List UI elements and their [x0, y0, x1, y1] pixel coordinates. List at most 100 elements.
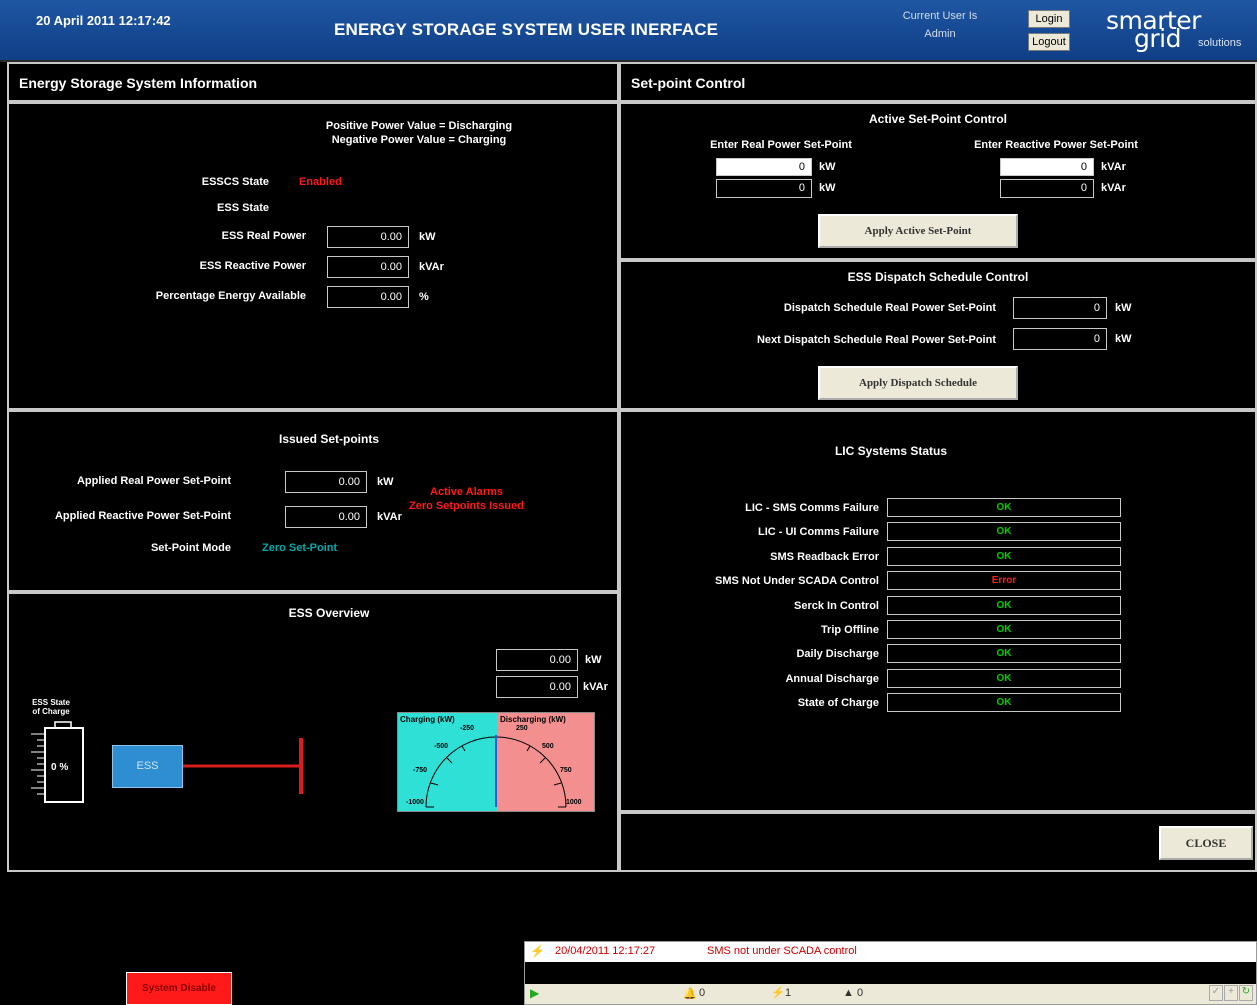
- reactive-setpoint-current-unit: kVAr: [1101, 182, 1126, 194]
- close-area: CLOSE: [619, 812, 1257, 872]
- dispatch-label: Dispatch Schedule Real Power Set-Point: [783, 302, 996, 314]
- overview-kw-unit: kW: [585, 654, 602, 666]
- lic-status-value: OK: [887, 595, 1121, 615]
- current-user-label: Current User Is: [902, 10, 978, 22]
- setpoint-mode-value: Zero Set-Point: [262, 542, 338, 554]
- gauge-dial: [425, 735, 567, 808]
- reactive-power-unit: kVAr: [419, 261, 444, 273]
- reactive-setpoint-input[interactable]: 0: [1000, 158, 1094, 176]
- gauge-tick: -250: [460, 725, 475, 732]
- ess-state-label: ESS State: [217, 202, 269, 214]
- info-count: 0: [857, 987, 864, 999]
- lic-status-value: OK: [887, 498, 1121, 517]
- alarm-list-area: [525, 962, 1256, 984]
- real-power-label: ESS Real Power: [221, 230, 306, 242]
- soc-label: of Charge: [32, 707, 70, 716]
- reactive-setpoint-unit: kVAr: [1101, 161, 1126, 173]
- active-setpoint-title: Active Set-Point Control: [868, 112, 1007, 126]
- info-panel: Positive Power Value = Discharging Negat…: [7, 102, 619, 410]
- next-dispatch-unit: kW: [1115, 333, 1132, 345]
- apply-active-setpoint-button[interactable]: Apply Active Set-Point: [818, 214, 1018, 248]
- alarm-icon: ⚡: [530, 944, 545, 958]
- dispatch-value: 0: [1013, 297, 1107, 319]
- info-title-bar: Energy Storage System Information: [7, 62, 619, 102]
- lic-status-label: Annual Discharge: [785, 672, 879, 685]
- system-disable-button[interactable]: System Disable: [126, 972, 232, 1005]
- active-setpoint-panel: Active Set-Point Control Enter Real Powe…: [619, 102, 1257, 260]
- gauge-tick: -750: [413, 767, 428, 774]
- applied-real-value: 0.00: [285, 471, 367, 493]
- overview-kw-value: 0.00: [496, 649, 578, 671]
- acknowledge-icon[interactable]: ✓: [1209, 985, 1223, 1001]
- gauge-tick: -500: [434, 743, 449, 750]
- bell-count: 0: [699, 987, 706, 999]
- ess-unit-box: ESS: [112, 745, 183, 788]
- logo-text: grid: [1134, 24, 1181, 53]
- login-button[interactable]: Login: [1028, 10, 1070, 28]
- next-dispatch-value: 0: [1013, 328, 1107, 350]
- setpoint-title-bar: Set-point Control: [619, 62, 1257, 102]
- logo-text: solutions: [1198, 37, 1242, 49]
- reactive-setpoint-current: 0: [1000, 179, 1094, 198]
- lic-status-value: OK: [887, 522, 1121, 542]
- setpoint-mode-label: Set-Point Mode: [150, 542, 231, 554]
- logout-button[interactable]: Logout: [1028, 33, 1070, 51]
- apply-dispatch-schedule-button[interactable]: Apply Dispatch Schedule: [818, 366, 1018, 400]
- setpoint-panel-title: Set-point Control: [631, 75, 746, 91]
- bell-icon: 🔔: [683, 988, 697, 1000]
- real-setpoint-input[interactable]: 0: [716, 158, 812, 176]
- close-button[interactable]: CLOSE: [1159, 826, 1253, 860]
- energy-available-label: Percentage Energy Available: [155, 290, 306, 302]
- applied-reactive-value: 0.00: [285, 506, 367, 528]
- grid-connection-line: [183, 738, 303, 794]
- soc-label: ESS State: [32, 698, 70, 707]
- real-setpoint-current-unit: kW: [819, 182, 836, 194]
- esscs-state-label: ESSCS State: [201, 176, 269, 188]
- lic-status-value: OK: [887, 546, 1121, 566]
- gauge-tick: 1000: [566, 799, 582, 806]
- real-setpoint-current: 0: [716, 179, 812, 198]
- lic-status-value: Error: [887, 571, 1121, 591]
- real-power-value: 0.00: [327, 226, 409, 248]
- lic-status-title: LIC Systems Status: [834, 444, 948, 458]
- reactive-power-label: ESS Reactive Power: [199, 260, 306, 272]
- alarm-message: SMS not under SCADA control: [707, 945, 857, 957]
- lic-status-value: OK: [887, 693, 1121, 713]
- energy-available-unit: %: [419, 291, 429, 303]
- add-icon[interactable]: +: [1224, 985, 1238, 1001]
- lic-status-label: LIC - SMS Comms Failure: [745, 502, 879, 514]
- dispatch-unit: kW: [1115, 302, 1132, 314]
- real-setpoint-unit: kW: [819, 161, 836, 173]
- applied-reactive-label: Applied Reactive Power Set-Point: [54, 510, 231, 522]
- lic-status-value: OK: [887, 620, 1121, 639]
- note-charging: Negative Power Value = Charging: [331, 134, 507, 146]
- issued-setpoints-title: Issued Set-points: [278, 432, 379, 446]
- current-user: Admin: [924, 28, 956, 40]
- ess-overview-panel: ESS Overview 0.00 kW 0.00 kVAr ESS State…: [7, 592, 619, 872]
- info-count-icon: ▲: [843, 987, 854, 999]
- datetime: 20 April 2011 12:17:42: [36, 13, 171, 28]
- lic-status-label: SMS Not Under SCADA Control: [715, 575, 879, 588]
- alarm-count-icon: ⚡: [771, 987, 785, 999]
- header-bar: 20 April 2011 12:17:42 ENERGY STORAGE SY…: [0, 0, 1257, 62]
- reactive-setpoint-label: Enter Reactive Power Set-Point: [974, 139, 1138, 151]
- overview-kvar-unit: kVAr: [583, 681, 608, 693]
- alarm-status-bar: ▶ 🔔 0 ⚡ 1 ▲ 0 ✓ + ↻: [525, 984, 1256, 1004]
- play-icon[interactable]: ▶: [530, 986, 539, 1000]
- zero-setpoints-text: Zero Setpoints Issued: [409, 500, 524, 512]
- dispatch-panel: ESS Dispatch Schedule Control Dispatch S…: [619, 260, 1257, 410]
- power-gauge: Charging (kW) Discharging (kW) -250 -500…: [397, 712, 595, 812]
- gauge-tick: 250: [516, 725, 528, 732]
- reactive-power-value: 0.00: [327, 256, 409, 278]
- alarm-row[interactable]: ⚡ 20/04/2011 12:17:27 SMS not under SCAD…: [525, 942, 1256, 962]
- alarm-banner: ⚡ 20/04/2011 12:17:27 SMS not under SCAD…: [524, 941, 1257, 1005]
- info-panel-title: Energy Storage System Information: [19, 75, 258, 91]
- real-power-unit: kW: [419, 231, 436, 243]
- lic-status-label: Serck In Control: [794, 599, 879, 612]
- app-title: ENERGY STORAGE SYSTEM USER INERFACE: [334, 20, 719, 39]
- refresh-icon[interactable]: ↻: [1239, 985, 1253, 1001]
- real-setpoint-label: Enter Real Power Set-Point: [710, 139, 852, 151]
- esscs-state-value: Enabled: [299, 176, 342, 188]
- applied-real-unit: kW: [377, 476, 394, 488]
- lic-status-label: SMS Readback Error: [770, 550, 879, 563]
